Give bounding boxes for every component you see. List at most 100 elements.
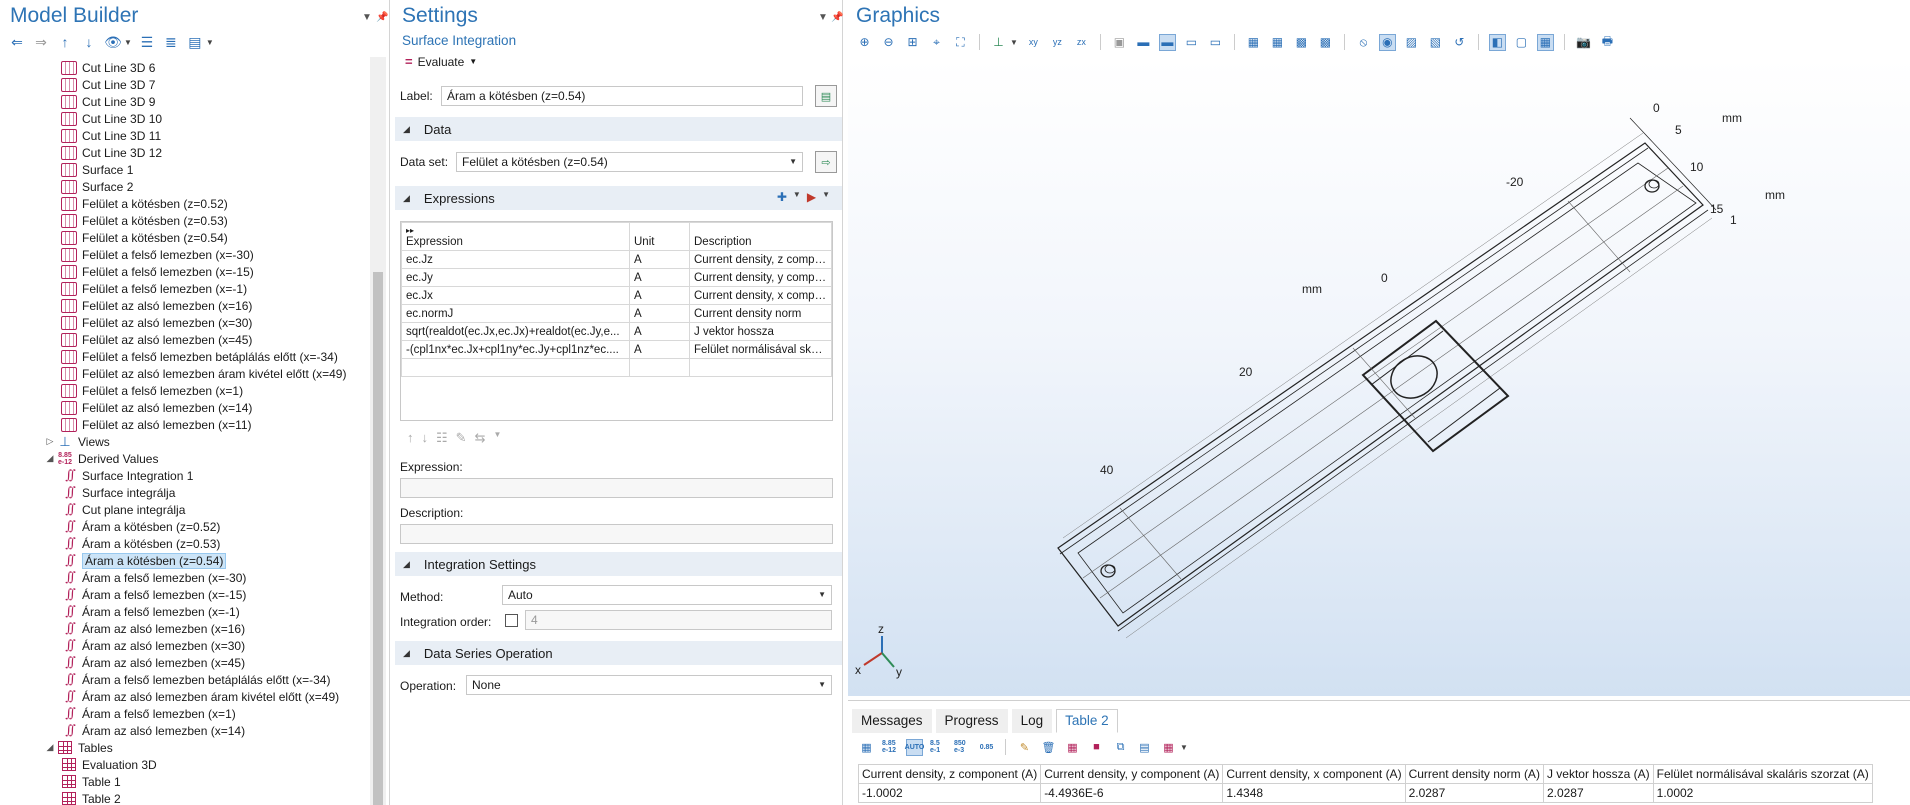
tree-item[interactable]: Felület a kötésben (z=0.52) [10, 195, 372, 212]
clear-table-icon[interactable]: ✎ [1016, 739, 1033, 756]
description-cell[interactable]: Felület normálisával skalá... [689, 340, 832, 359]
reset-view-icon[interactable]: ↺ [1451, 34, 1468, 51]
results-column-header[interactable]: Current density, y component (A) [1040, 764, 1224, 784]
expression-cell[interactable]: ec.normJ [401, 304, 630, 323]
table-view-icon[interactable]: ▦ [858, 739, 875, 756]
tree-item[interactable]: ▷ ⊥ Views [10, 433, 372, 450]
expression-row[interactable] [401, 358, 832, 377]
integration-order-field[interactable]: 4 [525, 610, 832, 630]
full-precision-button[interactable]: 8.85 e-12 [882, 739, 899, 756]
results-column-header[interactable]: Current density, x component (A) [1222, 764, 1406, 784]
tree-item[interactable]: Felület a felső lemezben (x=1) [10, 382, 372, 399]
expression-cell[interactable]: ec.Jy [401, 268, 630, 287]
dataseries-section-header[interactable]: ◢ Data Series Operation [395, 641, 842, 665]
select-boundary-icon[interactable]: ▬ [1158, 33, 1176, 51]
go-to-source-button[interactable]: ⇨ [815, 151, 837, 173]
engineering-notation-button[interactable]: 850 e-3 [954, 739, 971, 756]
chevron-down-icon[interactable]: ▼ [1180, 743, 1188, 752]
view-axes-icon[interactable]: ⊥ [990, 34, 1007, 51]
unit-cell[interactable]: A [629, 304, 690, 323]
move-down-icon[interactable]: ↓ [80, 33, 98, 51]
move-up-icon[interactable]: ↑ [407, 430, 414, 446]
zx-plane-icon[interactable]: zx [1073, 34, 1090, 51]
description-cell[interactable]: Current density, x compo... [689, 286, 832, 305]
selection-list-icon[interactable]: ▦ [1245, 34, 1262, 51]
results-cell[interactable]: 1.4348 [1222, 783, 1406, 803]
expr-header-description[interactable]: Description [689, 222, 832, 251]
tree-item[interactable]: Table 2 [10, 790, 372, 805]
label-field[interactable]: Áram a kötésben (z=0.54) [441, 86, 803, 106]
results-column-header[interactable]: Current density norm (A) [1404, 764, 1544, 784]
tree-item[interactable]: ∫∫ Áram a felső lemezben (x=-30) [10, 569, 372, 586]
plot-icon[interactable]: ■ [1088, 739, 1105, 756]
tree-item[interactable]: Felület a felső lemezben (x=-15) [10, 263, 372, 280]
move-up-icon[interactable]: ↑ [56, 33, 74, 51]
tree-item[interactable]: ∫∫ Áram a kötésben (z=0.54) [10, 552, 372, 569]
tree-item[interactable]: Cut Line 3D 9 [10, 93, 372, 110]
tree-expander-icon[interactable]: ▷ [44, 436, 56, 447]
tree-item[interactable]: ∫∫ Áram az alsó lemezben (x=16) [10, 620, 372, 637]
tree-item[interactable]: ∫∫ Áram a kötésben (z=0.52) [10, 518, 372, 535]
tree-item[interactable]: ∫∫ Áram az alsó lemezben áram kivétel elő… [10, 688, 372, 705]
pane-menu-icon[interactable]: ▼ [818, 12, 828, 23]
results-column-header[interactable]: Felület normálisával skaláris szorzat (A… [1652, 764, 1873, 784]
tree-item[interactable]: Felület az alsó lemezben (x=16) [10, 297, 372, 314]
tree-item[interactable]: Cut Line 3D 12 [10, 144, 372, 161]
tree-expander-icon[interactable]: ◢ [44, 742, 56, 753]
tree-item[interactable]: Felület a felső lemezben (x=-30) [10, 246, 372, 263]
unit-cell[interactable]: A [629, 340, 690, 359]
expression-row[interactable]: ec.normJ A Current density norm [401, 304, 832, 323]
tree-item[interactable]: ∫∫ Cut plane integrálja [10, 501, 372, 518]
replace-expression-icon[interactable]: ▶ [807, 190, 816, 204]
hide-geometry-icon[interactable]: ⦸ [1355, 34, 1372, 51]
unit-cell[interactable]: A [629, 250, 690, 269]
scene-light-icon[interactable]: ◧ [1488, 33, 1506, 51]
delete-table-icon[interactable]: 🗑 [1040, 739, 1057, 756]
tree-options-icon[interactable]: ▤ [186, 33, 204, 51]
tab-progress[interactable]: Progress [935, 709, 1008, 733]
wireframe-icon[interactable]: ▨ [1403, 34, 1420, 51]
tree-item[interactable]: Felület a kötésben (z=0.53) [10, 212, 372, 229]
hide-icon[interactable]: ▩ [1293, 34, 1310, 51]
tree-item[interactable]: Felület a kötésben (z=0.54) [10, 229, 372, 246]
description-field[interactable] [400, 524, 833, 544]
expression-row[interactable]: sqrt(realdot(ec.Jx,ec.Jx)+realdot(ec.Jy,… [401, 322, 832, 341]
select-edge-icon[interactable]: ▭ [1183, 34, 1200, 51]
tab-log[interactable]: Log [1011, 709, 1053, 733]
expression-row[interactable]: ec.Jz A Current density, z compo... [401, 250, 832, 269]
print-icon[interactable]: 🖶 [1599, 34, 1616, 51]
forward-arrow-icon[interactable]: ⇒ [32, 33, 50, 51]
move-down-icon[interactable]: ↓ [422, 430, 429, 446]
select-all-icon[interactable]: ▣ [1111, 34, 1128, 51]
back-arrow-icon[interactable]: ⇐ [8, 33, 26, 51]
collapse-all-icon[interactable]: ☰ [138, 33, 156, 51]
grid-icon[interactable]: ▦ [1536, 33, 1554, 51]
pin-icon[interactable]: 📌 [831, 12, 843, 23]
chevron-down-icon[interactable]: ▼ [493, 430, 501, 446]
description-cell[interactable]: Current density norm [689, 304, 832, 323]
select-domain-icon[interactable]: ▬ [1135, 34, 1152, 51]
results-cell[interactable]: -4.4936E-6 [1040, 783, 1224, 803]
tree-item[interactable]: ∫∫ Surface integrálja [10, 484, 372, 501]
data-section-header[interactable]: ◢ Data [395, 117, 842, 141]
tree-item[interactable]: ∫∫ Áram a felső lemezben (x=-1) [10, 603, 372, 620]
tree-item[interactable]: ∫∫ Áram a kötésben (z=0.53) [10, 535, 372, 552]
tree-item[interactable]: Felület az alsó lemezben (x=30) [10, 314, 372, 331]
tree-item[interactable]: Surface 1 [10, 161, 372, 178]
pin-icon[interactable]: 📌 [376, 12, 388, 23]
expression-cell[interactable] [401, 358, 630, 377]
expression-cell[interactable]: -(cpl1nx*ec.Jx+cpl1ny*ec.Jy+cpl1nz*ec...… [401, 340, 630, 359]
method-select[interactable]: Auto [502, 585, 832, 605]
zoom-box-icon[interactable]: ⊞ [904, 34, 921, 51]
dataset-select[interactable]: Felület a kötésben (z=0.54) [456, 152, 803, 172]
unit-cell[interactable] [629, 358, 690, 377]
integration-order-checkbox[interactable] [505, 614, 518, 627]
tab-table-2[interactable]: Table 2 [1056, 709, 1118, 733]
expression-row[interactable]: -(cpl1nx*ec.Jx+cpl1ny*ec.Jy+cpl1nz*ec...… [401, 340, 832, 359]
load-icon[interactable]: ⇆ [475, 430, 486, 446]
tree-options-caret-icon[interactable]: ▼ [206, 38, 214, 47]
tree-item[interactable]: ∫∫ Áram a felső lemezben (x=1) [10, 705, 372, 722]
tree-item[interactable]: Felület az alsó lemezben áram kivétel el… [10, 365, 372, 382]
render-icon[interactable]: ▢ [1513, 34, 1530, 51]
tree-item[interactable]: Felület az alsó lemezben (x=11) [10, 416, 372, 433]
